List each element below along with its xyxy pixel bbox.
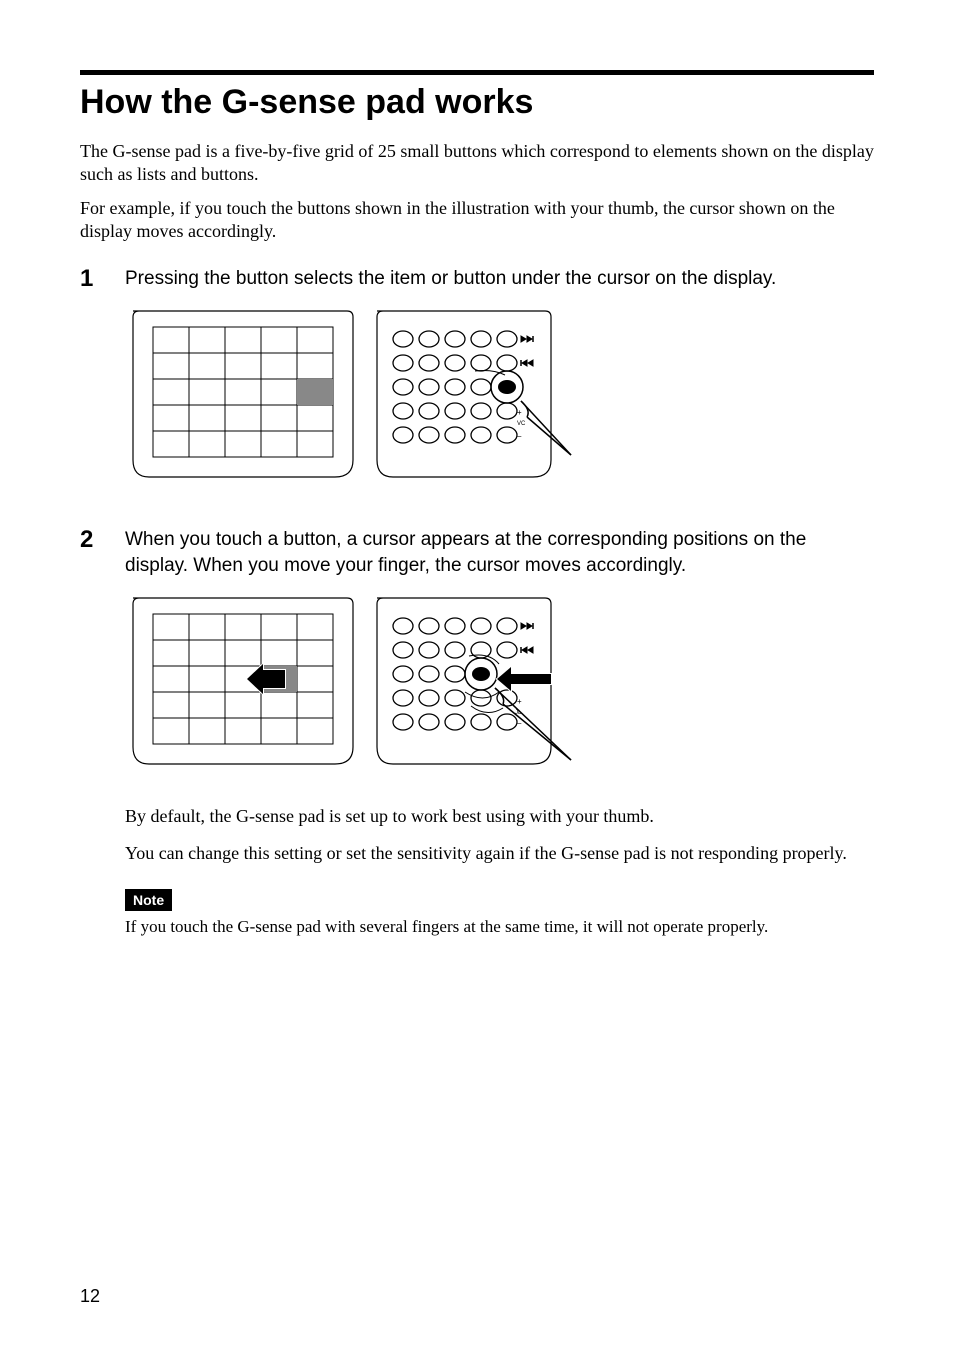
illustration-2: + JL − (125, 592, 874, 792)
vc-label: VC (517, 421, 526, 427)
step-number: 1 (80, 266, 125, 292)
step-body: Pressing the button selects the item or … (125, 266, 874, 506)
thumb-pointer-icon (521, 401, 571, 455)
step-1: 1 Pressing the button selects the item o… (80, 266, 874, 506)
page: How the G-sense pad works The G-sense pa… (0, 0, 954, 1357)
minus-icon: − (517, 432, 522, 441)
display-diagram (125, 305, 355, 485)
illustration-1: + VC − (125, 305, 874, 505)
step-after-text-1: By default, the G-sense pad is set up to… (125, 804, 874, 828)
intro-paragraph-2: For example, if you touch the buttons sh… (80, 197, 874, 244)
note-label: Note (125, 889, 172, 911)
minus-icon: − (517, 719, 522, 728)
pad-diagram: + VC − (371, 305, 591, 505)
page-title: How the G-sense pad works (80, 83, 874, 122)
step-after-text-2: You can change this setting or set the s… (125, 841, 874, 865)
prev-track-icon (521, 360, 533, 366)
step-number: 2 (80, 527, 125, 553)
page-number: 12 (80, 1286, 100, 1307)
left-arrow-icon (497, 667, 551, 691)
note-text: If you touch the G-sense pad with severa… (125, 917, 874, 937)
pad-diagram: + JL − (371, 592, 591, 792)
next-track-icon (521, 623, 533, 629)
step-text: Pressing the button selects the item or … (125, 266, 874, 292)
step-2: 2 When you touch a button, a cursor appe… (80, 527, 874, 937)
highlighted-cell-icon (297, 379, 333, 405)
pressed-button-icon (491, 371, 523, 403)
plus-icon: + (517, 697, 522, 706)
plus-icon: + (517, 408, 522, 417)
step-body: When you touch a button, a cursor appear… (125, 527, 874, 937)
intro-paragraph-1: The G-sense pad is a five-by-five grid o… (80, 140, 874, 187)
pressed-button-icon (465, 658, 497, 690)
step-text: When you touch a button, a cursor appear… (125, 527, 874, 578)
next-track-icon (521, 336, 533, 342)
horizontal-rule (80, 70, 874, 75)
prev-track-icon (521, 647, 533, 653)
thumb-pointer-icon (495, 688, 571, 760)
display-diagram (125, 592, 355, 772)
